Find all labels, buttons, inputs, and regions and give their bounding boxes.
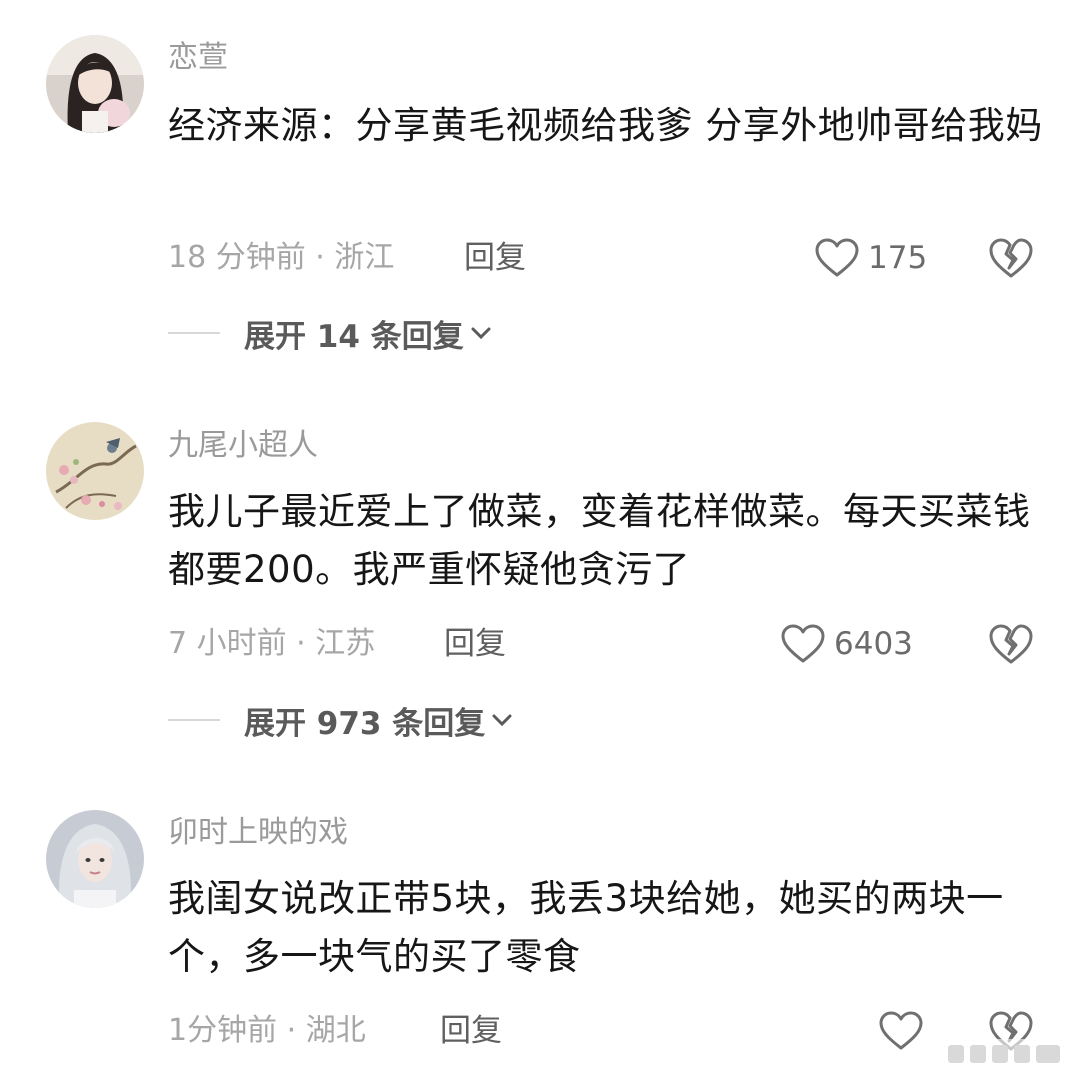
- heart-outline-icon: [781, 624, 825, 663]
- heart-outline-icon: [815, 238, 859, 277]
- comment-item: 九尾小超人 我儿子最近爱上了做菜，变着花样做菜。每天买菜钱都要200。我严重怀疑…: [0, 390, 1080, 780]
- reply-button[interactable]: 回复: [440, 1009, 502, 1053]
- reply-button[interactable]: 回复: [464, 236, 526, 280]
- avatar[interactable]: [46, 810, 144, 908]
- broken-heart-icon[interactable]: [988, 620, 1034, 668]
- divider-line: [168, 332, 220, 334]
- like-button[interactable]: [878, 1007, 924, 1055]
- expand-replies[interactable]: 展开 14 条回复: [168, 311, 492, 355]
- username[interactable]: 九尾小超人: [168, 426, 318, 466]
- chevron-down-icon: [492, 714, 512, 727]
- comment-text: 经济来源：分享黄毛视频给我爹 分享外地帅哥给我妈: [168, 104, 1043, 147]
- avatar[interactable]: [46, 35, 144, 133]
- avatar[interactable]: [46, 422, 144, 520]
- comment-text: 我闺女说改正带5块，我丢3块给她，她买的两块一个，多一块气的买了零食: [168, 877, 1004, 978]
- username[interactable]: 卯时上映的戏: [168, 813, 348, 853]
- username[interactable]: 恋萱: [168, 38, 228, 78]
- expand-replies-label: 展开 14 条回复: [244, 318, 464, 355]
- comment-meta: 18 分钟前 · 浙江 回复 175: [168, 236, 1080, 280]
- divider-line: [168, 719, 220, 721]
- time-location: 18 分钟前 · 浙江: [168, 240, 395, 275]
- like-button[interactable]: 6403: [780, 620, 913, 668]
- heart-outline-icon: [879, 1011, 923, 1050]
- watermark-logo: [942, 1039, 1066, 1069]
- comment-item: 恋萱 经济来源：分享黄毛视频给我爹 分享外地帅哥给我妈 18 分钟前 · 浙江 …: [0, 0, 1080, 390]
- comment-item: 卯时上映的戏 我闺女说改正带5块，我丢3块给她，她买的两块一个，多一块气的买了零…: [0, 780, 1080, 1083]
- time-location: 7 小时前 · 江苏: [168, 626, 376, 661]
- time-location: 1分钟前 · 湖北: [168, 1013, 366, 1048]
- like-count: 175: [868, 240, 928, 276]
- broken-heart-icon[interactable]: [988, 234, 1034, 282]
- comment-meta: 7 小时前 · 江苏 回复 6403: [168, 622, 1080, 666]
- like-count: 6403: [834, 626, 913, 662]
- chevron-down-icon: [471, 327, 491, 340]
- expand-replies-label: 展开 973 条回复: [244, 705, 486, 742]
- like-button[interactable]: 175: [814, 234, 927, 282]
- comment-text: 我儿子最近爱上了做菜，变着花样做菜。每天买菜钱都要200。我严重怀疑他贪污了: [168, 490, 1031, 591]
- reply-button[interactable]: 回复: [444, 622, 506, 666]
- expand-replies[interactable]: 展开 973 条回复: [168, 698, 513, 742]
